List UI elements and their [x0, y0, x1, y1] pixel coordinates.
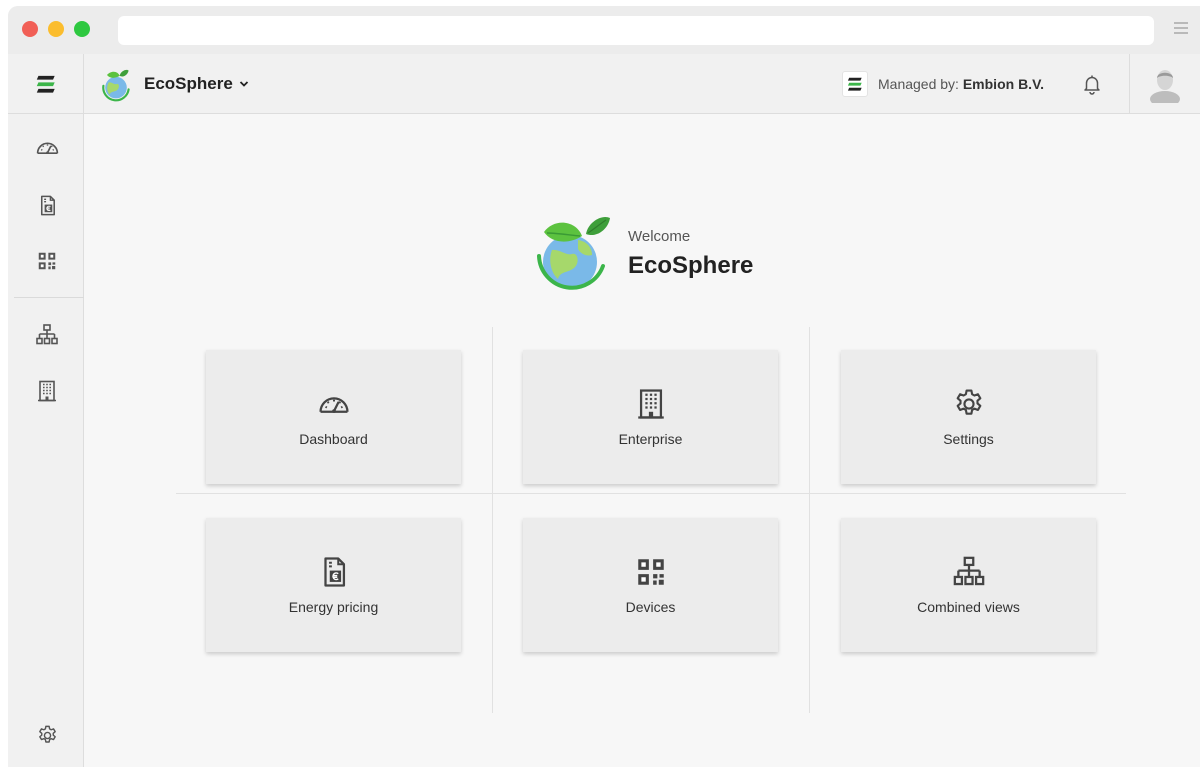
app-root: EcoSphere Managed by: Embion B.V. Welcom…: [8, 54, 1200, 767]
brand-logo[interactable]: [8, 54, 84, 114]
manager-logo: [842, 71, 868, 97]
app-name: EcoSphere: [144, 74, 233, 93]
address-bar[interactable]: [118, 16, 1154, 45]
brand-logo-icon: [33, 71, 59, 97]
managed-prefix: Managed by:: [878, 76, 959, 92]
welcome-title: EcoSphere: [628, 252, 754, 279]
settings-icon: [952, 387, 986, 421]
tile-dashboard[interactable]: Dashboard: [206, 350, 461, 484]
maximize-window-button[interactable]: [74, 21, 90, 37]
welcome-greeting: Welcome: [628, 228, 691, 245]
sidebar: [8, 114, 84, 767]
sidebar-divider: [14, 297, 84, 298]
managed-by: Managed by: Embion B.V.: [842, 70, 1044, 98]
tile-label: Energy pricing: [288, 599, 379, 615]
sidebar-item-energy-pricing[interactable]: [32, 190, 62, 220]
tile-label: Settings: [943, 431, 994, 447]
sidebar-item-dashboard[interactable]: [32, 132, 62, 162]
top-bar: EcoSphere Managed by: Embion B.V.: [8, 54, 1200, 114]
sidebar-item-settings[interactable]: [32, 720, 62, 750]
ecosphere-globe-icon: [102, 69, 130, 102]
tile-devices[interactable]: Devices: [523, 518, 778, 652]
avatar-icon: [1150, 70, 1180, 103]
sidebar-item-combined-views[interactable]: [32, 320, 62, 350]
grid-divider: [809, 327, 810, 713]
app-switcher[interactable]: EcoSphere: [98, 66, 249, 102]
settings-icon: [36, 724, 59, 747]
grid-divider: [176, 493, 1126, 494]
browser-menu-icon[interactable]: [1174, 22, 1188, 36]
welcome-header: Welcome EcoSphere: [530, 208, 770, 298]
browser-chrome: [8, 6, 1200, 54]
dashboard-icon: [317, 387, 351, 421]
tile-settings[interactable]: Settings: [841, 350, 1096, 484]
managed-by-label: Managed by: Embion B.V.: [878, 76, 1044, 92]
bell-icon[interactable]: [1080, 72, 1104, 96]
devices-icon: [36, 250, 58, 272]
embion-logo-icon: [845, 74, 865, 94]
sidebar-item-enterprise[interactable]: [32, 376, 62, 406]
user-avatar[interactable]: [1129, 54, 1200, 114]
tile-combined-views[interactable]: Combined views: [841, 518, 1096, 652]
sidebar-item-devices[interactable]: [32, 246, 62, 276]
grid-divider: [492, 327, 493, 713]
dashboard-icon: [35, 135, 60, 160]
devices-icon: [634, 555, 668, 589]
combined-views-icon: [35, 323, 59, 347]
close-window-button[interactable]: [22, 21, 38, 37]
ecosphere-globe-icon: [537, 216, 610, 290]
tile-label: Devices: [625, 599, 676, 615]
combined-views-icon: [952, 555, 986, 589]
main-content: Welcome EcoSphere Dashboard Enterprise S…: [84, 114, 1200, 767]
tile-energy-pricing[interactable]: Energy pricing: [206, 518, 461, 652]
browser-window: EcoSphere Managed by: Embion B.V. Welcom…: [8, 6, 1200, 767]
chevron-down-icon: [239, 81, 248, 87]
tile-label: Combined views: [917, 599, 1020, 615]
tile-enterprise[interactable]: Enterprise: [523, 350, 778, 484]
managed-company: Embion B.V.: [962, 76, 1045, 92]
tile-label: Dashboard: [299, 431, 368, 447]
energy-pricing-icon: [317, 555, 351, 589]
enterprise-icon: [634, 387, 668, 421]
tile-label: Enterprise: [618, 431, 683, 447]
minimize-window-button[interactable]: [48, 21, 64, 37]
energy-pricing-icon: [36, 194, 59, 217]
enterprise-icon: [35, 379, 59, 403]
